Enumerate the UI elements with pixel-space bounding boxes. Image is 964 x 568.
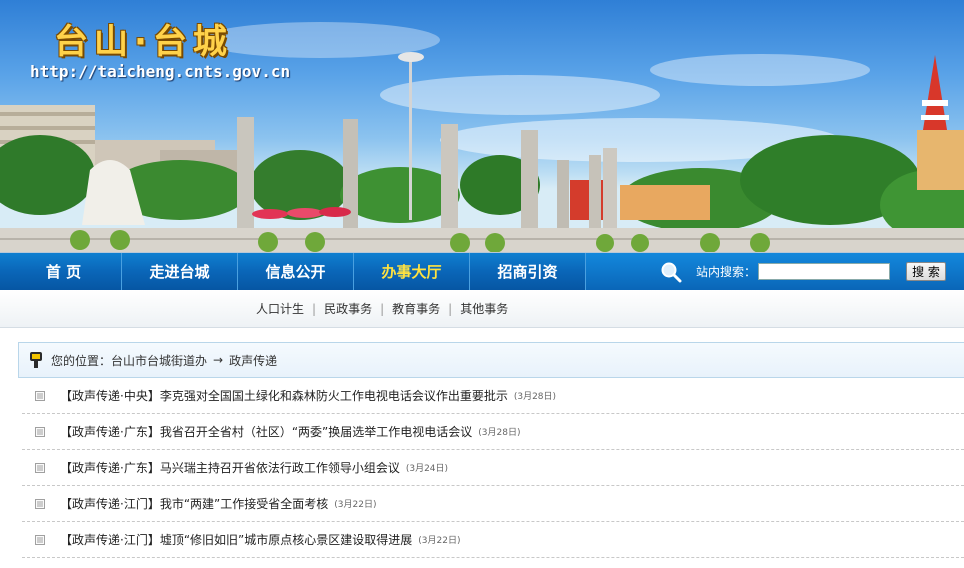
subnav-item-family-planning[interactable]: 人口计生 bbox=[256, 300, 304, 317]
document-icon bbox=[35, 498, 45, 509]
search-label: 站内搜索： bbox=[695, 265, 756, 279]
document-icon bbox=[35, 390, 45, 401]
nav-item-investment[interactable]: 招商引资 bbox=[470, 253, 586, 290]
nav-item-service-hall[interactable]: 办事大厅 bbox=[354, 253, 470, 290]
news-title-link[interactable]: 【政声传递·中央】李克强对全国国土绿化和森林防火工作电视电话会议作出重要批示 bbox=[60, 387, 508, 404]
header-banner: 台山·台城 http://taicheng.cnts.gov.cn bbox=[0, 0, 964, 252]
nav-item-home[interactable]: 首 页 bbox=[6, 253, 122, 290]
breadcrumb-item-district[interactable]: 台山市台城街道办 bbox=[111, 352, 207, 369]
site-url: http://taicheng.cnts.gov.cn bbox=[30, 62, 291, 81]
news-date: (3月22日) bbox=[418, 536, 461, 546]
location-pin-icon bbox=[30, 352, 42, 368]
list-item: 【政声传递·广东】马兴瑞主持召开省依法行政工作领导小组会议 (3月24日) bbox=[22, 450, 964, 486]
list-item: 【政声传递·广东】我省召开全省村（社区）“两委”换届选举工作电视电话会议 (3月… bbox=[22, 414, 964, 450]
document-icon bbox=[35, 534, 45, 545]
news-title-link[interactable]: 【政声传递·江门】墟顶“修旧如旧”城市原点核心景区建设取得进展 bbox=[60, 531, 412, 548]
search-button[interactable]: 搜 索 bbox=[906, 262, 946, 281]
list-item: 【政声传递·江门】我市“两建”工作接受省全面考核 (3月22日) bbox=[22, 486, 964, 522]
news-date: (3月28日) bbox=[513, 392, 557, 402]
news-title-link[interactable]: 【政声传递·江门】我市“两建”工作接受省全面考核 bbox=[60, 495, 328, 512]
search-input[interactable] bbox=[758, 263, 890, 280]
nav-item-info-disclosure[interactable]: 信息公开 bbox=[238, 253, 354, 290]
news-title-link[interactable]: 【政声传递·广东】我省召开全省村（社区）“两委”换届选举工作电视电话会议 bbox=[60, 423, 472, 440]
document-icon bbox=[35, 462, 45, 473]
news-date: (3月24日) bbox=[405, 464, 449, 474]
breadcrumb: 您的位置： 台山市台城街道办 → 政声传递 bbox=[18, 342, 964, 378]
magnifier-icon bbox=[661, 262, 682, 282]
breadcrumb-item-current[interactable]: 政声传递 bbox=[229, 352, 277, 369]
news-date: (3月28日) bbox=[478, 428, 521, 438]
document-icon bbox=[35, 426, 45, 437]
subnav-separator: | bbox=[448, 301, 453, 316]
nav-item-about[interactable]: 走进台城 bbox=[122, 253, 238, 290]
subnav-item-civil-affairs[interactable]: 民政事务 bbox=[324, 300, 372, 317]
main-content: 您的位置： 台山市台城街道办 → 政声传递 【政声传递·中央】李克强对全国国土绿… bbox=[18, 342, 964, 558]
site-title: 台山·台城 bbox=[54, 22, 233, 62]
subnav-separator: | bbox=[312, 301, 317, 316]
news-title-link[interactable]: 【政声传递·广东】马兴瑞主持召开省依法行政工作领导小组会议 bbox=[60, 459, 400, 476]
subnav-item-education[interactable]: 教育事务 bbox=[392, 300, 440, 317]
sub-nav: 人口计生 | 民政事务 | 教育事务 | 其他事务 bbox=[0, 290, 964, 328]
breadcrumb-prefix: 您的位置： bbox=[51, 353, 112, 368]
breadcrumb-arrow: → bbox=[213, 353, 224, 367]
subnav-item-other[interactable]: 其他事务 bbox=[460, 300, 508, 317]
news-list: 【政声传递·中央】李克强对全国国土绿化和森林防火工作电视电话会议作出重要批示 (… bbox=[18, 378, 964, 558]
site-search: 站内搜索： 搜 索 bbox=[586, 253, 964, 290]
list-item: 【政声传递·中央】李克强对全国国土绿化和森林防火工作电视电话会议作出重要批示 (… bbox=[22, 378, 964, 414]
main-nav: 首 页 走进台城 信息公开 办事大厅 招商引资 站内搜索： 搜 索 bbox=[0, 252, 964, 290]
list-item: 【政声传递·江门】墟顶“修旧如旧”城市原点核心景区建设取得进展 (3月22日) bbox=[22, 522, 964, 558]
subnav-separator: | bbox=[380, 301, 385, 316]
news-date: (3月22日) bbox=[334, 500, 377, 510]
